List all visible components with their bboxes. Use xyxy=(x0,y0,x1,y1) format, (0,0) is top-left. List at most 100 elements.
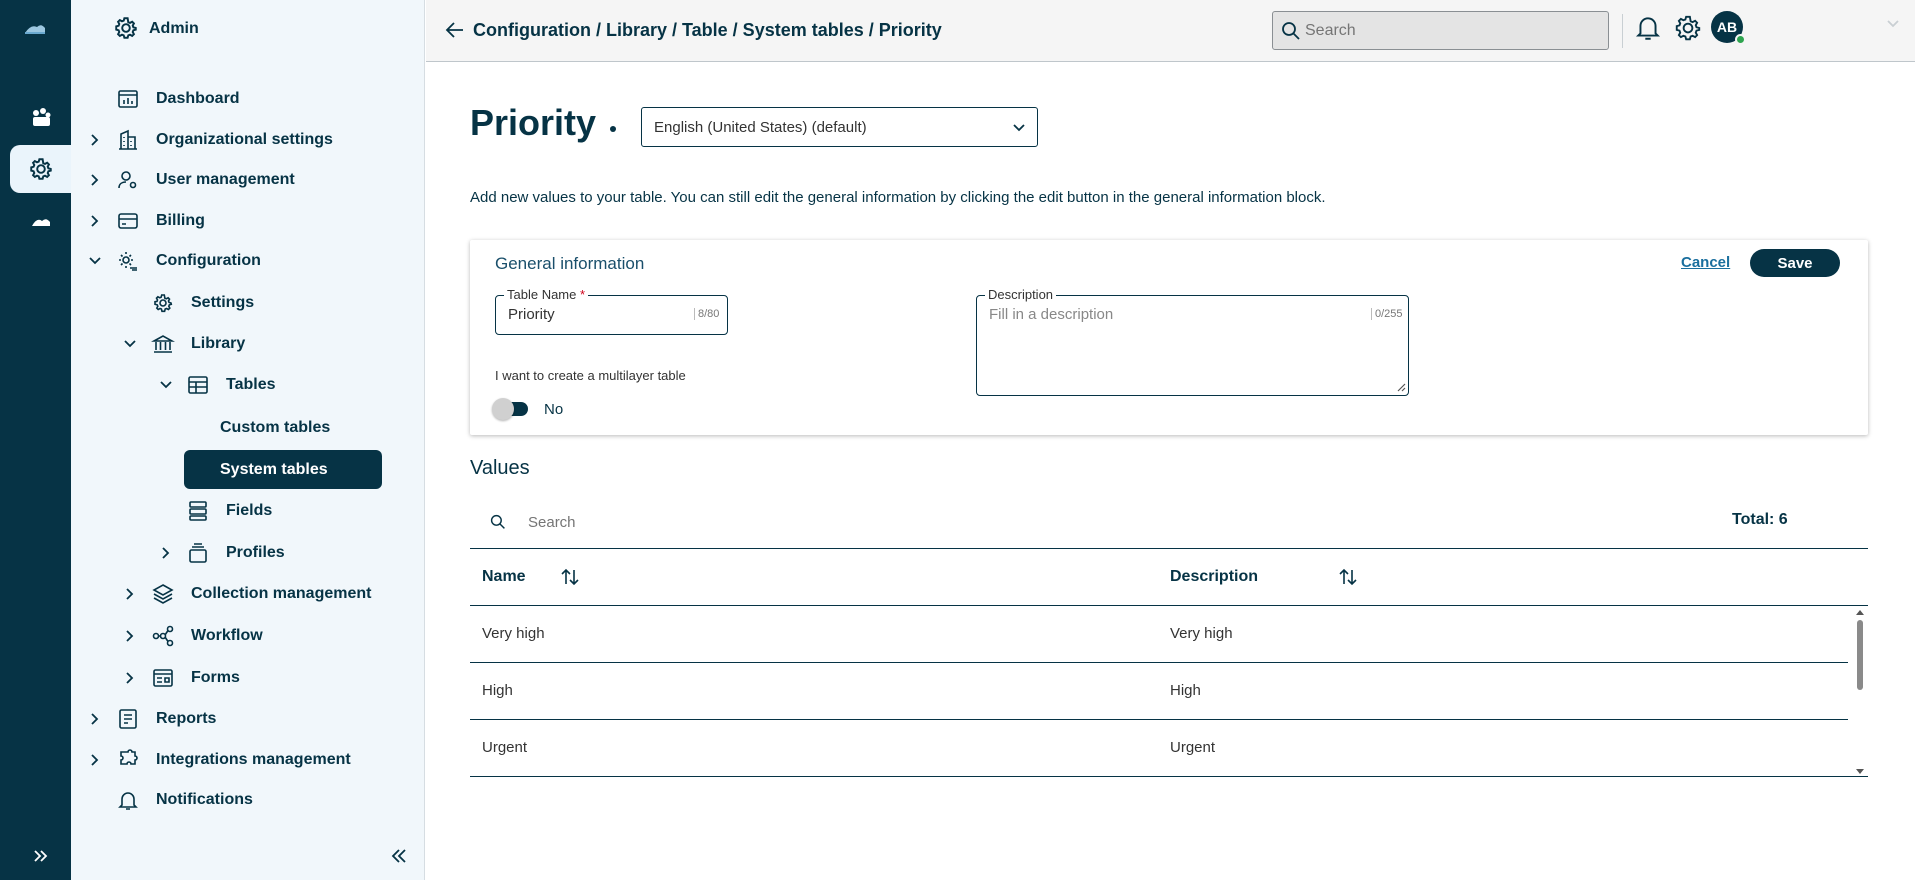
table-row[interactable]: High High xyxy=(470,663,1848,720)
nav-integrations-management[interactable]: Integrations management xyxy=(71,745,425,775)
table-name-label: Table Name * xyxy=(504,287,589,302)
nav-organizational-settings[interactable]: Organizational settings xyxy=(71,125,425,155)
nav-library[interactable]: Library xyxy=(71,329,425,359)
scroll-thumb[interactable] xyxy=(1857,620,1863,690)
nav-user-management[interactable]: User management xyxy=(71,165,425,195)
expand-rail-icon[interactable] xyxy=(10,832,71,880)
chevron-down-icon[interactable] xyxy=(120,334,140,354)
breadcrumb[interactable]: Configuration / Library / Table / System… xyxy=(473,20,942,41)
building-icon xyxy=(115,127,141,153)
rail-collections-icon[interactable] xyxy=(10,94,71,142)
chevron-right-icon[interactable] xyxy=(156,543,176,563)
nav-configuration[interactable]: Configuration xyxy=(71,246,425,276)
description-field[interactable]: Description Fill in a description 0/255 xyxy=(976,287,1409,396)
account-chevron-down-icon[interactable] xyxy=(1886,17,1900,31)
nav-collection-management[interactable]: Collection management xyxy=(71,579,425,609)
intro-text: Add new values to your table. You can st… xyxy=(470,189,1326,206)
nav-workflow[interactable]: Workflow xyxy=(71,621,425,651)
column-header-name[interactable]: Name xyxy=(482,568,526,586)
chevron-down-icon xyxy=(1012,121,1026,135)
settings-gear-icon[interactable] xyxy=(1673,13,1703,43)
table-name-field[interactable]: Table Name * Priority 8/80 xyxy=(495,287,728,335)
required-asterisk: * xyxy=(580,287,586,302)
resize-handle-icon[interactable] xyxy=(1396,382,1406,392)
row-description: High xyxy=(1170,682,1201,699)
chevron-right-icon[interactable] xyxy=(85,130,105,150)
brand-logo-icon[interactable] xyxy=(22,16,48,42)
nav-dashboard[interactable]: Dashboard xyxy=(71,84,425,114)
sort-icon[interactable] xyxy=(560,567,580,587)
general-information-card: General information Cancel Save Table Na… xyxy=(470,240,1868,435)
configuration-icon xyxy=(115,248,141,274)
chevron-right-icon[interactable] xyxy=(85,750,105,770)
layers-icon xyxy=(150,581,176,607)
chevron-right-icon[interactable] xyxy=(85,170,105,190)
column-header-description[interactable]: Description xyxy=(1170,568,1258,586)
stack-icon xyxy=(185,540,211,566)
chevron-right-icon[interactable] xyxy=(120,668,140,688)
admin-sidebar: Admin Dashboard Organizational settings … xyxy=(71,0,425,880)
multilayer-label: I want to create a multilayer table xyxy=(495,368,686,383)
bell-icon xyxy=(115,787,141,813)
nav-forms[interactable]: Forms xyxy=(71,663,425,693)
rail-admin-gear-icon[interactable] xyxy=(10,145,71,193)
table-row[interactable]: Very high Very high xyxy=(470,606,1848,663)
values-search-input[interactable] xyxy=(528,511,1128,533)
cancel-link[interactable]: Cancel xyxy=(1681,254,1730,271)
rail-cloud-icon[interactable] xyxy=(10,198,71,246)
scroll-up-icon[interactable] xyxy=(1856,608,1864,616)
language-select[interactable]: English (United States) (default) xyxy=(641,107,1038,147)
nav-notifications[interactable]: Notifications xyxy=(71,785,425,815)
sort-icon[interactable] xyxy=(1338,567,1358,587)
row-name: Very high xyxy=(482,625,545,642)
row-name: High xyxy=(482,682,513,699)
row-description: Urgent xyxy=(1170,739,1216,756)
header-search[interactable] xyxy=(1272,11,1609,50)
admin-title: Admin xyxy=(149,20,199,37)
nav-system-tables[interactable]: System tables xyxy=(184,450,382,489)
chevron-right-icon[interactable] xyxy=(85,211,105,231)
nav-fields[interactable]: Fields xyxy=(71,496,425,526)
report-icon xyxy=(115,706,141,732)
gear-icon xyxy=(150,290,176,316)
online-status-badge xyxy=(1735,34,1746,45)
notifications-bell-icon[interactable] xyxy=(1635,14,1661,42)
header-search-input[interactable] xyxy=(1305,20,1595,42)
chevron-down-icon[interactable] xyxy=(85,251,105,271)
save-button[interactable]: Save xyxy=(1750,249,1840,277)
user-settings-icon xyxy=(115,167,141,193)
search-icon xyxy=(1281,21,1301,41)
table-row[interactable]: Urgent Urgent xyxy=(470,720,1868,777)
description-label: Description xyxy=(985,287,1057,302)
back-arrow-icon[interactable] xyxy=(444,19,466,41)
nav-profiles[interactable]: Profiles xyxy=(71,538,425,568)
search-icon xyxy=(490,514,506,530)
table-name-value[interactable]: Priority xyxy=(508,306,555,323)
table-scrollbar[interactable] xyxy=(1854,608,1866,776)
app-rail xyxy=(0,0,71,880)
library-icon xyxy=(150,331,176,357)
chevron-right-icon[interactable] xyxy=(120,626,140,646)
chevron-right-icon[interactable] xyxy=(85,709,105,729)
nav-custom-tables[interactable]: Custom tables xyxy=(71,413,425,443)
general-information-heading: General information xyxy=(495,254,645,273)
chevron-down-icon[interactable] xyxy=(156,375,176,395)
values-search-bar: Total: 6 xyxy=(470,493,1868,549)
nav-billing[interactable]: Billing xyxy=(71,206,425,236)
dashboard-icon xyxy=(115,86,141,112)
values-table-header: Name Description xyxy=(470,549,1868,606)
forms-icon xyxy=(150,665,176,691)
collapse-sidebar-icon[interactable] xyxy=(389,846,409,866)
nav-tables[interactable]: Tables xyxy=(71,370,425,400)
chevron-right-icon[interactable] xyxy=(120,584,140,604)
scroll-down-icon[interactable] xyxy=(1856,768,1864,776)
title-dot xyxy=(610,126,616,132)
description-placeholder[interactable]: Fill in a description xyxy=(989,306,1113,323)
credit-card-icon xyxy=(115,208,141,234)
row-description: Very high xyxy=(1170,625,1233,642)
nav-reports[interactable]: Reports xyxy=(71,704,425,734)
admin-gear-icon xyxy=(113,15,139,41)
nav-settings[interactable]: Settings xyxy=(71,288,425,318)
multilayer-toggle[interactable] xyxy=(492,398,528,420)
toggle-knob xyxy=(492,398,514,420)
